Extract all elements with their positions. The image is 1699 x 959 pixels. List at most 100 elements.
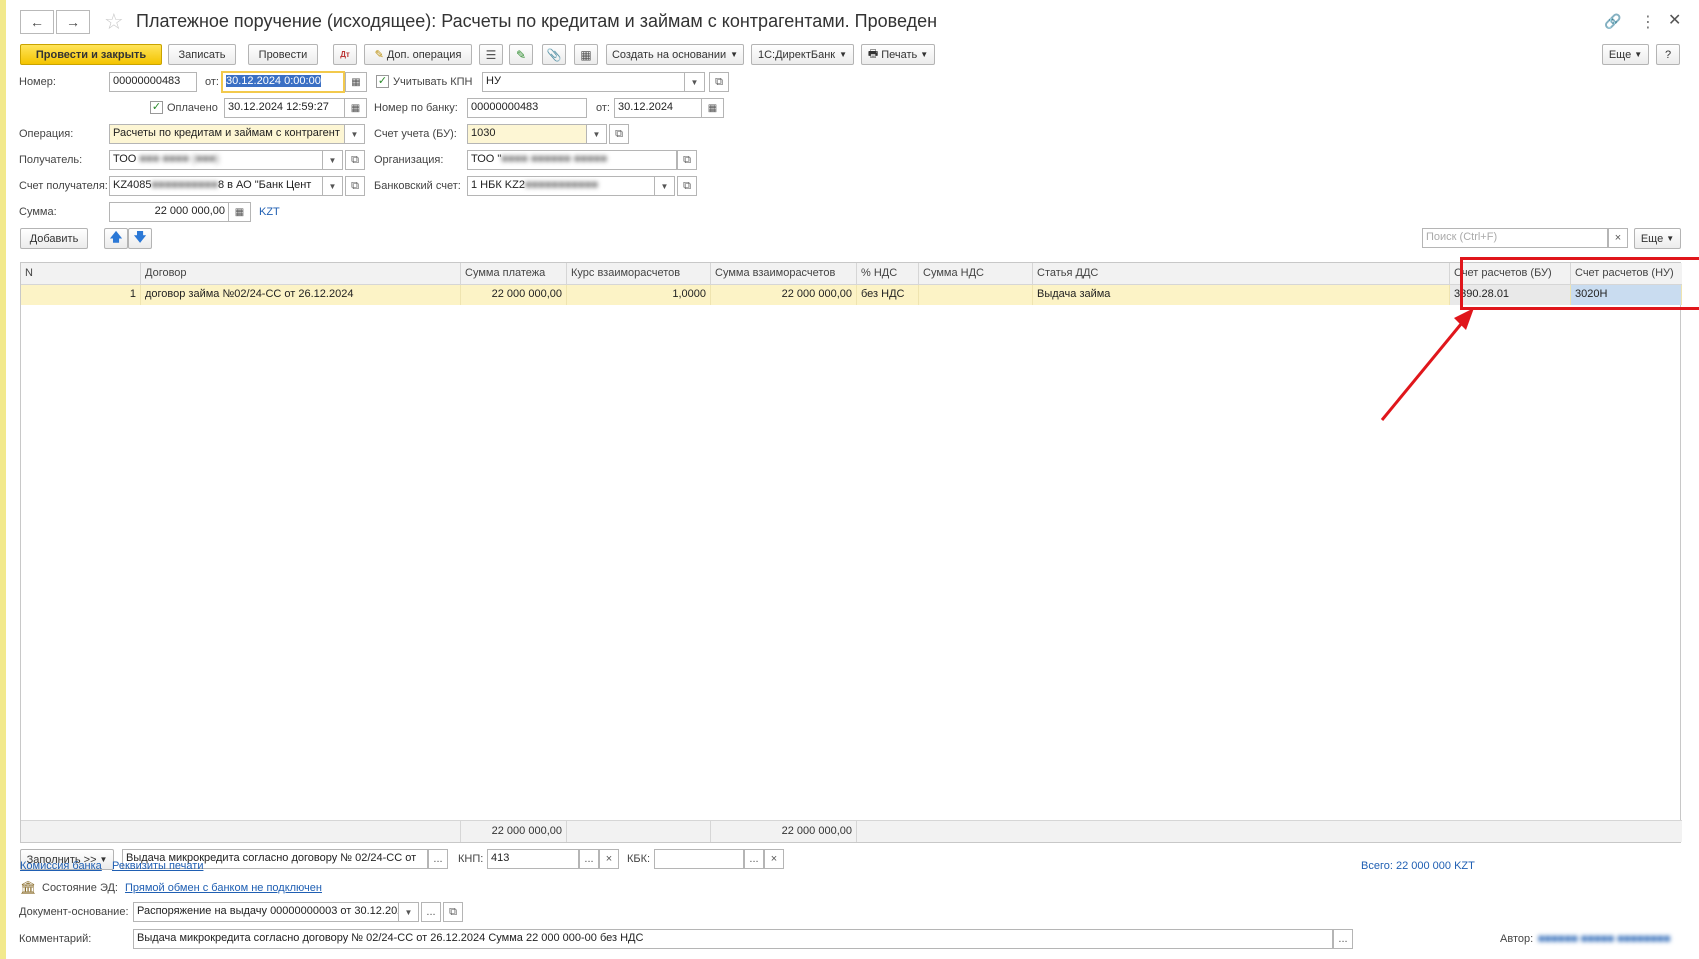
- account-bu-open-button[interactable]: ⧉: [609, 124, 629, 144]
- column-header-cashflow-item[interactable]: Статья ДДС: [1033, 263, 1450, 285]
- bank-commission-link[interactable]: Комиссия банка: [20, 860, 102, 872]
- column-header-settlement-sum[interactable]: Сумма взаиморасчетов: [711, 263, 857, 285]
- chevron-down-icon: ▼: [328, 181, 337, 191]
- paid-date-field[interactable]: 30.12.2024 12:59:27: [224, 98, 345, 118]
- recipient-account-field[interactable]: KZ4085■■■■■■■■■■8 в АО "Банк Цент: [109, 176, 323, 196]
- table-cell-rate[interactable]: 1,0000: [567, 285, 711, 305]
- column-header-vat-rate[interactable]: % НДС: [857, 263, 919, 285]
- total-amount-text: Всего: 22 000 000 KZT: [1361, 860, 1475, 872]
- operation-dropdown-button[interactable]: ▼: [345, 124, 365, 144]
- calendar-button[interactable]: ▦: [345, 72, 367, 92]
- bank-account-dropdown-button[interactable]: ▼: [655, 176, 675, 196]
- bank-account-label: Банковский счет:: [374, 180, 461, 192]
- table-cell-vat-rate[interactable]: без НДС: [857, 285, 919, 305]
- create-based-on-dropdown[interactable]: Создать на основании ▼: [606, 44, 744, 65]
- recipient-field[interactable]: ТОО ■■■ ■■■■ (■■■): [109, 150, 323, 170]
- kpn-dropdown-button[interactable]: ▼: [685, 72, 705, 92]
- document-date-field[interactable]: 30.12.2024 0:00:00: [221, 71, 345, 93]
- number-field[interactable]: 00000000483: [109, 72, 197, 92]
- bank-date-field[interactable]: 30.12.2024: [614, 98, 702, 118]
- kbk-clear-button[interactable]: ×: [764, 849, 784, 869]
- structure-button[interactable]: ▦: [574, 44, 598, 65]
- report-button[interactable]: ☰: [479, 44, 503, 65]
- close-icon[interactable]: ✕: [1668, 10, 1681, 30]
- chevron-down-icon: ▼: [730, 50, 739, 59]
- base-document-open-button[interactable]: ⧉: [443, 902, 463, 922]
- recipient-account-open-button[interactable]: ⧉: [345, 176, 365, 196]
- chevron-down-icon: ▼: [690, 77, 699, 87]
- table-cell-n[interactable]: 1: [21, 285, 141, 305]
- post-button[interactable]: Провести: [248, 44, 318, 65]
- save-button[interactable]: Записать: [168, 44, 236, 65]
- recipient-open-button[interactable]: ⧉: [345, 150, 365, 170]
- move-down-button[interactable]: 🡇: [128, 228, 152, 249]
- add-row-button[interactable]: Добавить: [20, 228, 88, 249]
- direct-bank-dropdown[interactable]: 1С:ДиректБанк ▼: [751, 44, 854, 65]
- kpn-field[interactable]: НУ: [482, 72, 685, 92]
- account-bu-dropdown-button[interactable]: ▼: [587, 124, 607, 144]
- author-hidden-name[interactable]: ■■■■■■ ■■■■■ ■■■■■■■■: [1538, 933, 1670, 945]
- bank-account-open-button[interactable]: ⧉: [677, 176, 697, 196]
- calculator-button[interactable]: ▦: [229, 202, 251, 222]
- base-document-select-button[interactable]: ...: [421, 902, 441, 922]
- table-cell-settlement-sum[interactable]: 22 000 000,00: [711, 285, 857, 305]
- kpn-checkbox[interactable]: ✓: [376, 75, 389, 88]
- post-and-close-button[interactable]: Провести и закрыть: [20, 44, 162, 65]
- kbk-select-button[interactable]: ...: [744, 849, 764, 869]
- direct-bank-label: 1С:ДиректБанк: [757, 48, 836, 61]
- print-details-link[interactable]: Реквизиты печати: [112, 860, 203, 872]
- recipient-account-dropdown-button[interactable]: ▼: [323, 176, 343, 196]
- forward-button[interactable]: →: [56, 10, 90, 34]
- search-clear-button[interactable]: ×: [1608, 228, 1628, 248]
- organization-field[interactable]: ТОО "■■■■ ■■■■■■ ■■■■■: [467, 150, 677, 170]
- column-header-payment-sum[interactable]: Сумма платежа: [461, 263, 567, 285]
- recipient-account-label: Счет получателя:: [19, 180, 108, 192]
- bank-number-field[interactable]: 00000000483: [467, 98, 587, 118]
- comment-select-button[interactable]: ...: [1333, 929, 1353, 949]
- table-cell-contract[interactable]: договор займа №02/24-СС от 26.12.2024: [141, 285, 461, 305]
- operation-field[interactable]: Расчеты по кредитам и займам с контраген…: [109, 124, 345, 144]
- help-button[interactable]: ?: [1656, 44, 1680, 65]
- paid-calendar-button[interactable]: ▦: [345, 98, 367, 118]
- open-icon: ⧉: [715, 75, 723, 88]
- favorite-star-icon[interactable]: ☆: [104, 9, 124, 35]
- table-cell-vat-sum[interactable]: [919, 285, 1033, 305]
- bank-account-hidden: ■■■■■■■■■■■: [524, 179, 599, 191]
- dt-kt-button[interactable]: Дт: [333, 44, 357, 65]
- link-icon[interactable]: 🔗: [1604, 13, 1621, 30]
- knp-clear-button[interactable]: ×: [599, 849, 619, 869]
- bank-calendar-button[interactable]: ▦: [702, 98, 724, 118]
- arrow-down-icon: 🡇: [133, 230, 147, 244]
- paid-checkbox[interactable]: ✓: [150, 101, 163, 114]
- column-header-rate[interactable]: Курс взаиморасчетов: [567, 263, 711, 285]
- attach-button[interactable]: 📎: [542, 44, 566, 65]
- comment-field[interactable]: Выдача микрокредита согласно договору № …: [133, 929, 1333, 949]
- extra-operation-button[interactable]: ✎ Доп. операция: [364, 44, 472, 65]
- base-document-field[interactable]: Распоряжение на выдачу 00000000003 от 30…: [133, 902, 399, 922]
- sum-field[interactable]: 22 000 000,00: [109, 202, 229, 222]
- bank-account-field[interactable]: 1 НБК KZ2■■■■■■■■■■■: [467, 176, 655, 196]
- knp-field[interactable]: 413: [487, 849, 579, 869]
- table-cell-payment-sum[interactable]: 22 000 000,00: [461, 285, 567, 305]
- table-search-input[interactable]: Поиск (Ctrl+F): [1422, 228, 1608, 248]
- kpn-open-button[interactable]: ⧉: [709, 72, 729, 92]
- column-header-vat-sum[interactable]: Сумма НДС: [919, 263, 1033, 285]
- purpose-select-button[interactable]: ...: [428, 849, 448, 869]
- menu-dots-icon[interactable]: ⋮: [1640, 12, 1656, 32]
- move-up-button[interactable]: 🡅: [104, 228, 128, 249]
- open-icon: ⧉: [351, 179, 359, 192]
- back-button[interactable]: ←: [20, 10, 54, 34]
- knp-select-button[interactable]: ...: [579, 849, 599, 869]
- column-header-contract[interactable]: Договор: [141, 263, 461, 285]
- recipient-dropdown-button[interactable]: ▼: [323, 150, 343, 170]
- ed-state-link[interactable]: Прямой обмен с банком не подключен: [125, 882, 322, 894]
- print-dropdown[interactable]: 🖶 Печать ▼: [861, 44, 935, 65]
- base-document-dropdown-button[interactable]: ▼: [399, 902, 419, 922]
- organization-open-button[interactable]: ⧉: [677, 150, 697, 170]
- more-dropdown[interactable]: Еще ▼: [1602, 44, 1649, 65]
- table-more-dropdown[interactable]: Еще ▼: [1634, 228, 1681, 249]
- kbk-field[interactable]: [654, 849, 744, 869]
- column-header-n[interactable]: N: [21, 263, 141, 285]
- account-bu-field[interactable]: 1030: [467, 124, 587, 144]
- edit-button[interactable]: ✎: [509, 44, 533, 65]
